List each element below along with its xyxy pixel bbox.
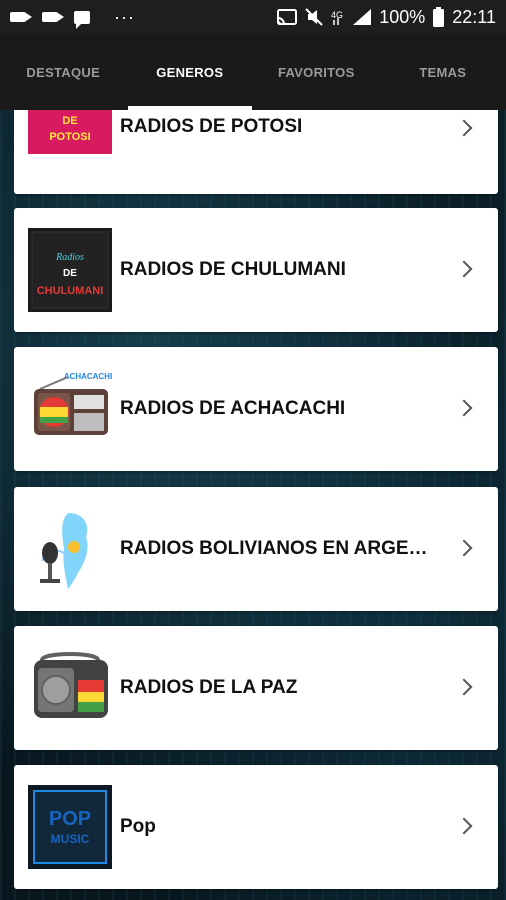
svg-text:POP: POP bbox=[49, 808, 91, 830]
tab-favoritos[interactable]: FAVORITOS bbox=[253, 34, 380, 110]
list-item-achacachi[interactable]: ACHACACHI RADIOS DE ACHACACHI bbox=[14, 347, 498, 471]
battery-icon bbox=[433, 7, 445, 27]
tab-temas[interactable]: TEMAS bbox=[380, 34, 506, 110]
item-title: RADIOS BOLIVIANOS EN ARGENTINA bbox=[120, 538, 440, 559]
battery-percent: 100% bbox=[379, 6, 426, 27]
svg-text:CHULUMANI: CHULUMANI bbox=[37, 285, 104, 297]
tab-label: DESTAQUE bbox=[26, 64, 101, 80]
tab-label: GENEROS bbox=[156, 64, 224, 80]
potosi-logo-icon: DE POTOSI bbox=[28, 110, 112, 154]
item-title: RADIOS DE ACHACACHI bbox=[120, 398, 346, 419]
status-bar: ··· 4G 100% 22:11 bbox=[0, 0, 506, 34]
svg-text:4G: 4G bbox=[331, 10, 343, 20]
item-title: Pop bbox=[120, 816, 156, 837]
more-notifications-icon: ··· bbox=[114, 6, 135, 27]
achacachi-radio-icon: ACHACACHI bbox=[28, 367, 112, 451]
chevron-right-icon bbox=[455, 678, 473, 696]
list-item-chulumani[interactable]: Radios DE CHULUMANI RADIOS DE CHULUMANI bbox=[14, 208, 498, 332]
tab-label: TEMAS bbox=[419, 64, 467, 80]
list-item-potosi[interactable]: DE POTOSI RADIOS DE POTOSI bbox=[14, 110, 498, 194]
genre-list[interactable]: DE POTOSI RADIOS DE POTOSI Radios DE CHU… bbox=[14, 110, 498, 900]
tab-generos[interactable]: GENEROS bbox=[127, 34, 254, 110]
item-title: RADIOS DE POTOSI bbox=[120, 116, 303, 137]
list-item-la-paz[interactable]: RADIOS DE LA PAZ bbox=[14, 626, 498, 750]
chevron-right-icon bbox=[455, 260, 473, 278]
video-call-icon bbox=[10, 12, 32, 22]
pop-music-icon: POP MUSIC bbox=[28, 785, 112, 869]
chevron-right-icon bbox=[455, 817, 473, 835]
list-item-pop[interactable]: POP MUSIC Pop bbox=[14, 765, 498, 889]
mute-icon bbox=[305, 8, 323, 26]
la-paz-radio-icon bbox=[28, 646, 112, 730]
cast-icon bbox=[277, 9, 298, 25]
chevron-right-icon bbox=[455, 119, 473, 137]
svg-text:DE: DE bbox=[63, 268, 77, 279]
svg-text:MUSIC: MUSIC bbox=[51, 832, 90, 846]
svg-text:Radios: Radios bbox=[55, 252, 84, 263]
signal-strength-icon bbox=[353, 9, 372, 25]
chevron-right-icon bbox=[455, 539, 473, 557]
chulumani-logo-icon: Radios DE CHULUMANI bbox=[28, 228, 112, 312]
svg-text:DE: DE bbox=[62, 115, 77, 127]
data-signal-icon: 4G bbox=[331, 10, 343, 25]
list-item-argentina[interactable]: RADIOS BOLIVIANOS EN ARGENTINA bbox=[14, 487, 498, 611]
chevron-right-icon bbox=[455, 399, 473, 417]
clock: 22:11 bbox=[452, 6, 496, 27]
message-icon bbox=[74, 10, 90, 29]
tab-destaque[interactable]: DESTAQUE bbox=[0, 34, 127, 110]
video-icon bbox=[42, 12, 64, 22]
item-title: RADIOS DE CHULUMANI bbox=[120, 259, 346, 280]
svg-text:POTOSI: POTOSI bbox=[49, 131, 90, 143]
tab-bar: DESTAQUE GENEROS FAVORITOS TEMAS bbox=[0, 34, 506, 110]
svg-text:ACHACACHI: ACHACACHI bbox=[64, 372, 112, 381]
argentina-microphone-icon bbox=[28, 507, 112, 591]
tab-label: FAVORITOS bbox=[277, 64, 355, 80]
item-title: RADIOS DE LA PAZ bbox=[120, 677, 298, 698]
